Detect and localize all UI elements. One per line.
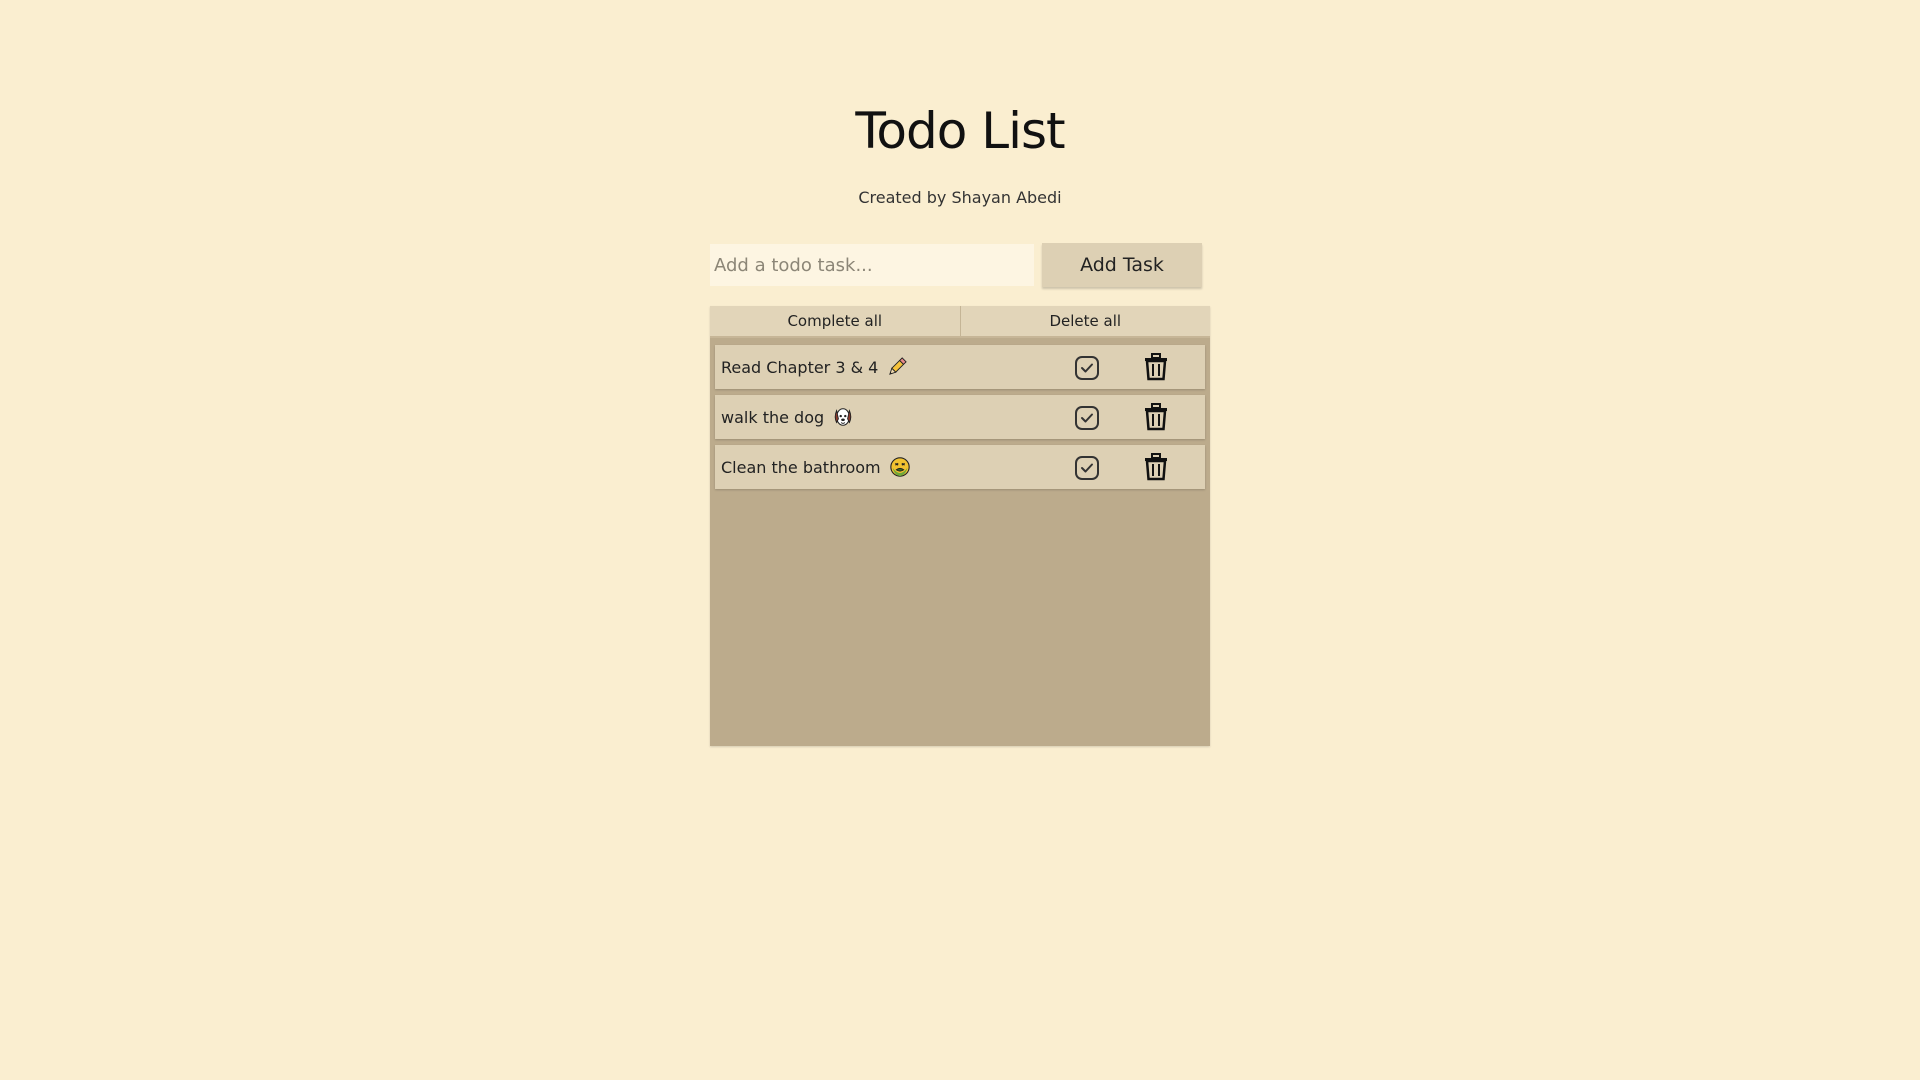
add-task-button[interactable]: Add Task bbox=[1042, 243, 1202, 287]
delete-task-button[interactable] bbox=[1143, 403, 1169, 431]
pencil-icon bbox=[889, 357, 908, 375]
dog-face-icon bbox=[834, 408, 852, 426]
complete-all-button[interactable]: Complete all bbox=[710, 306, 960, 336]
delete-task-button[interactable] bbox=[1143, 453, 1169, 481]
task-text: walk the dog bbox=[721, 407, 825, 427]
todo-task-input[interactable] bbox=[710, 244, 1034, 286]
complete-task-button[interactable] bbox=[1073, 354, 1101, 382]
task-text: Read Chapter 3 & 4 bbox=[721, 357, 879, 377]
bulk-actions-bar: Complete all Delete all bbox=[710, 306, 1210, 338]
task-list-panel: Complete all Delete all Read Chapter 3 &… bbox=[710, 306, 1210, 746]
nauseated-face-icon bbox=[889, 457, 910, 477]
task-item: Read Chapter 3 & 4 bbox=[715, 345, 1205, 389]
delete-all-button[interactable]: Delete all bbox=[959, 306, 1211, 336]
complete-task-button[interactable] bbox=[1073, 404, 1101, 432]
task-item: walk the dog bbox=[715, 395, 1205, 439]
page-title: Todo List bbox=[855, 102, 1065, 160]
task-text: Clean the bathroom bbox=[721, 457, 881, 477]
complete-task-button[interactable] bbox=[1073, 454, 1101, 482]
task-item: Clean the bathroom bbox=[715, 445, 1205, 489]
todo-app: Todo List Created by Shayan Abedi Add Ta… bbox=[0, 0, 1920, 1080]
delete-task-button[interactable] bbox=[1143, 353, 1169, 381]
author-credit: Created by Shayan Abedi bbox=[858, 188, 1062, 207]
